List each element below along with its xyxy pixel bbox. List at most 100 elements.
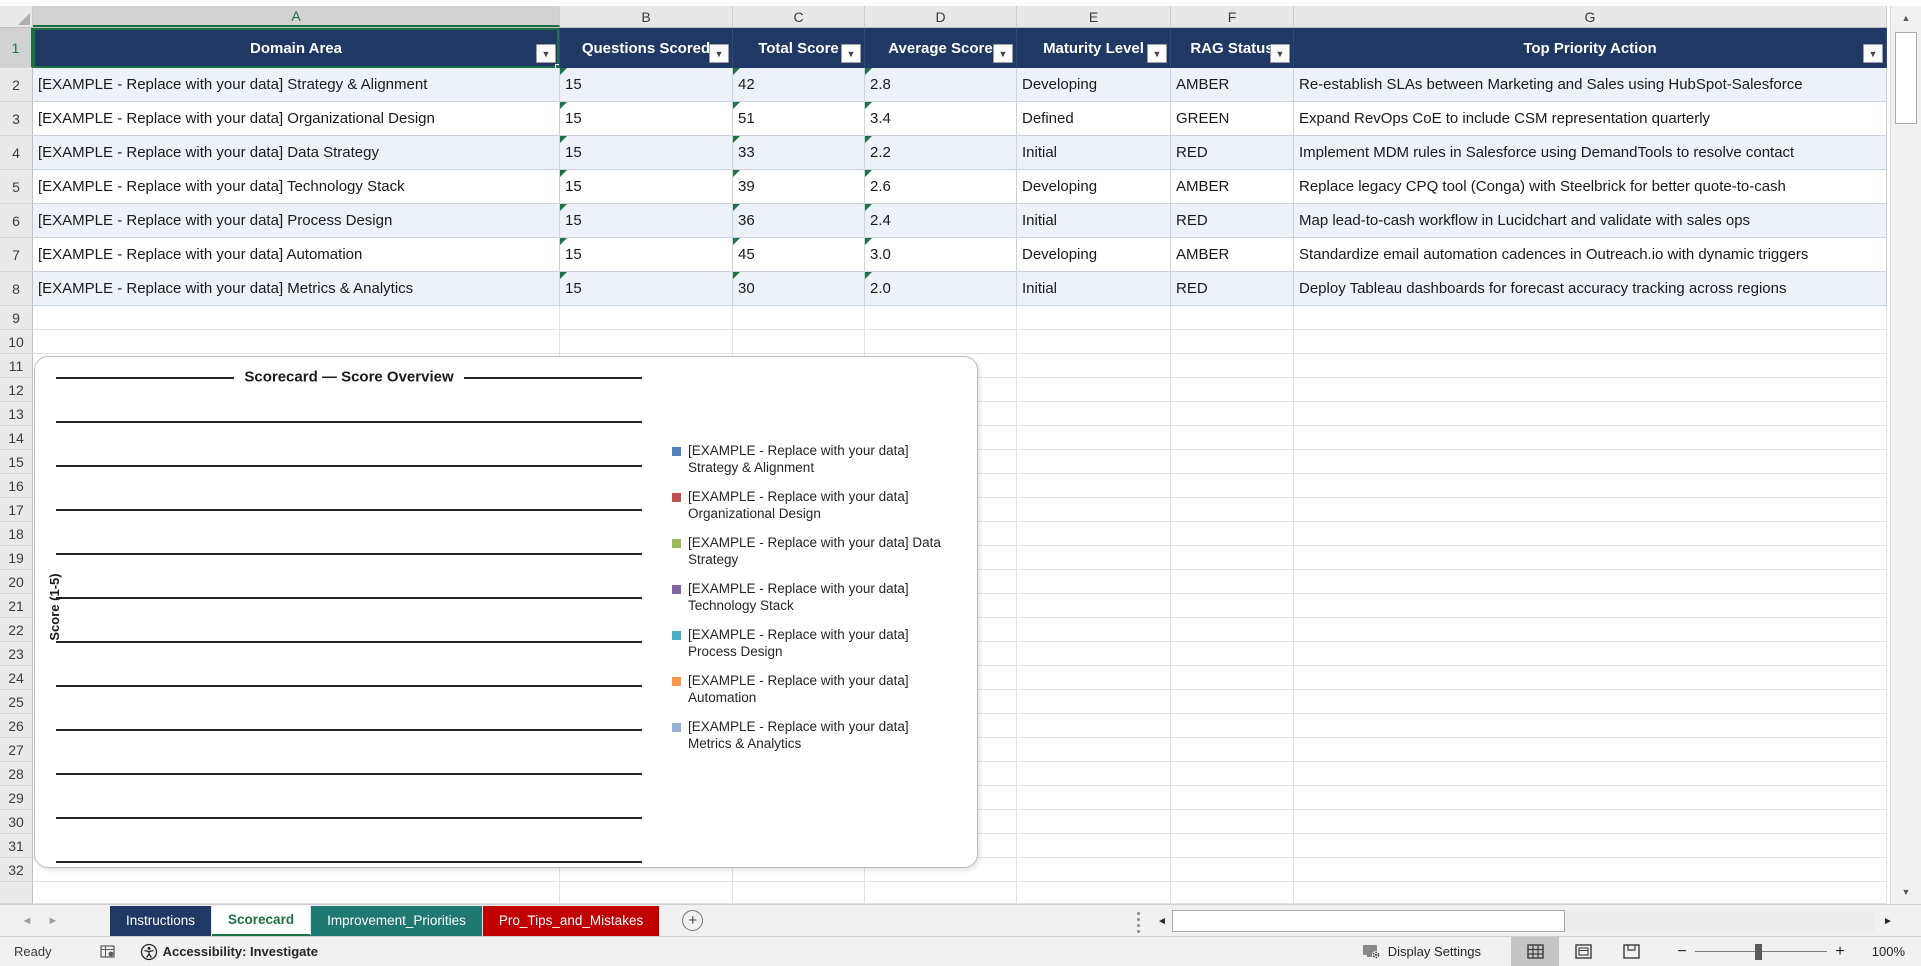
cell-D6[interactable]: 2.4 (865, 204, 1017, 238)
cell-E24[interactable] (1017, 666, 1171, 690)
cell-F13[interactable] (1171, 402, 1294, 426)
cell-E8[interactable]: Initial (1017, 272, 1171, 306)
tab-scroll-right-icon[interactable]: ► (40, 915, 66, 927)
row-header-4[interactable]: 4 (0, 136, 33, 170)
sheet-tab-pro-tips-and-mistakes[interactable]: Pro_Tips_and_Mistakes (482, 905, 661, 936)
cell-G32[interactable] (1294, 858, 1887, 882)
cell-E2[interactable]: Developing (1017, 68, 1171, 102)
cell-F30[interactable] (1171, 810, 1294, 834)
cell-B6[interactable]: 15 (560, 204, 733, 238)
cell-B33[interactable] (560, 882, 733, 904)
cell-A5[interactable]: [EXAMPLE - Replace with your data] Techn… (33, 170, 560, 204)
zoom-out-button[interactable]: − (1673, 943, 1691, 961)
cell-G28[interactable] (1294, 762, 1887, 786)
cell-G12[interactable] (1294, 378, 1887, 402)
cell-D2[interactable]: 2.8 (865, 68, 1017, 102)
cell-F21[interactable] (1171, 594, 1294, 618)
cell-F29[interactable] (1171, 786, 1294, 810)
cell-G29[interactable] (1294, 786, 1887, 810)
cell-G20[interactable] (1294, 570, 1887, 594)
row-header-3[interactable]: 3 (0, 102, 33, 136)
cell-E11[interactable] (1017, 354, 1171, 378)
cell-D3[interactable]: 3.4 (865, 102, 1017, 136)
zoom-in-button[interactable]: + (1831, 943, 1849, 961)
cell-F20[interactable] (1171, 570, 1294, 594)
cell-F33[interactable] (1171, 882, 1294, 904)
cell-E12[interactable] (1017, 378, 1171, 402)
cell-F22[interactable] (1171, 618, 1294, 642)
cell-D8[interactable]: 2.0 (865, 272, 1017, 306)
table-header-questions-scored[interactable]: Questions Scored ▼ (560, 28, 733, 68)
table-header-maturity-level[interactable]: Maturity Level ▼ (1017, 28, 1171, 68)
row-header-28[interactable]: 28 (0, 762, 33, 786)
cell-E13[interactable] (1017, 402, 1171, 426)
filter-button[interactable]: ▼ (841, 44, 861, 63)
cell-F15[interactable] (1171, 450, 1294, 474)
cell-C4[interactable]: 33 (733, 136, 865, 170)
horizontal-scrollbar-thumb[interactable] (1172, 910, 1565, 932)
row-header-10[interactable]: 10 (0, 330, 33, 354)
row-header-26[interactable]: 26 (0, 714, 33, 738)
column-header-D[interactable]: D (865, 6, 1017, 27)
cell-G30[interactable] (1294, 810, 1887, 834)
scroll-up-arrow-icon[interactable]: ▲ (1891, 6, 1921, 30)
cell-G17[interactable] (1294, 498, 1887, 522)
cell-F6[interactable]: RED (1171, 204, 1294, 238)
cell-C7[interactable]: 45 (733, 238, 865, 272)
cell-F14[interactable] (1171, 426, 1294, 450)
cell-C3[interactable]: 51 (733, 102, 865, 136)
row-header-14[interactable]: 14 (0, 426, 33, 450)
row-header-31[interactable]: 31 (0, 834, 33, 858)
cell-D10[interactable] (865, 330, 1017, 354)
cell-F4[interactable]: RED (1171, 136, 1294, 170)
scrollbar-resize-grip[interactable] (1137, 912, 1140, 933)
cell-F17[interactable] (1171, 498, 1294, 522)
cell-F25[interactable] (1171, 690, 1294, 714)
cell-E10[interactable] (1017, 330, 1171, 354)
view-page-layout-button[interactable] (1559, 937, 1607, 966)
cell-A6[interactable]: [EXAMPLE - Replace with your data] Proce… (33, 204, 560, 238)
table-header-domain-area[interactable]: Domain Area ▼ (33, 28, 560, 68)
cell-F27[interactable] (1171, 738, 1294, 762)
cell-E9[interactable] (1017, 306, 1171, 330)
row-header-9[interactable]: 9 (0, 306, 33, 330)
row-header-18[interactable]: 18 (0, 522, 33, 546)
cell-G9[interactable] (1294, 306, 1887, 330)
cell-E22[interactable] (1017, 618, 1171, 642)
cell-E16[interactable] (1017, 474, 1171, 498)
cell-F28[interactable] (1171, 762, 1294, 786)
cell-E30[interactable] (1017, 810, 1171, 834)
column-header-F[interactable]: F (1171, 6, 1294, 27)
cell-G6[interactable]: Map lead-to-cash workflow in Lucidchart … (1294, 204, 1887, 238)
cell-E28[interactable] (1017, 762, 1171, 786)
cell-C8[interactable]: 30 (733, 272, 865, 306)
table-header-top-priority-action[interactable]: Top Priority Action ▼ (1294, 28, 1887, 68)
cell-E6[interactable]: Initial (1017, 204, 1171, 238)
cell-B2[interactable]: 15 (560, 68, 733, 102)
row-header-32[interactable]: 32 (0, 858, 33, 882)
row-header-21[interactable]: 21 (0, 594, 33, 618)
row-header-1[interactable]: 1 (0, 28, 33, 68)
filter-button[interactable]: ▼ (1270, 44, 1290, 63)
cell-F9[interactable] (1171, 306, 1294, 330)
cell-E21[interactable] (1017, 594, 1171, 618)
cell-G24[interactable] (1294, 666, 1887, 690)
filter-button[interactable]: ▼ (993, 44, 1013, 63)
row-header-16[interactable]: 16 (0, 474, 33, 498)
cell-B10[interactable] (560, 330, 733, 354)
row-header-13[interactable]: 13 (0, 402, 33, 426)
cell-E32[interactable] (1017, 858, 1171, 882)
row-header-19[interactable]: 19 (0, 546, 33, 570)
display-settings-button[interactable]: Display Settings (1362, 944, 1481, 960)
table-header-average-score[interactable]: Average Score ▼ (865, 28, 1017, 68)
cell-G10[interactable] (1294, 330, 1887, 354)
cell-G31[interactable] (1294, 834, 1887, 858)
cell-G25[interactable] (1294, 690, 1887, 714)
cell-G11[interactable] (1294, 354, 1887, 378)
cell-F24[interactable] (1171, 666, 1294, 690)
cell-B3[interactable]: 15 (560, 102, 733, 136)
cell-E31[interactable] (1017, 834, 1171, 858)
row-header-7[interactable]: 7 (0, 238, 33, 272)
cell-E4[interactable]: Initial (1017, 136, 1171, 170)
cell-E23[interactable] (1017, 642, 1171, 666)
